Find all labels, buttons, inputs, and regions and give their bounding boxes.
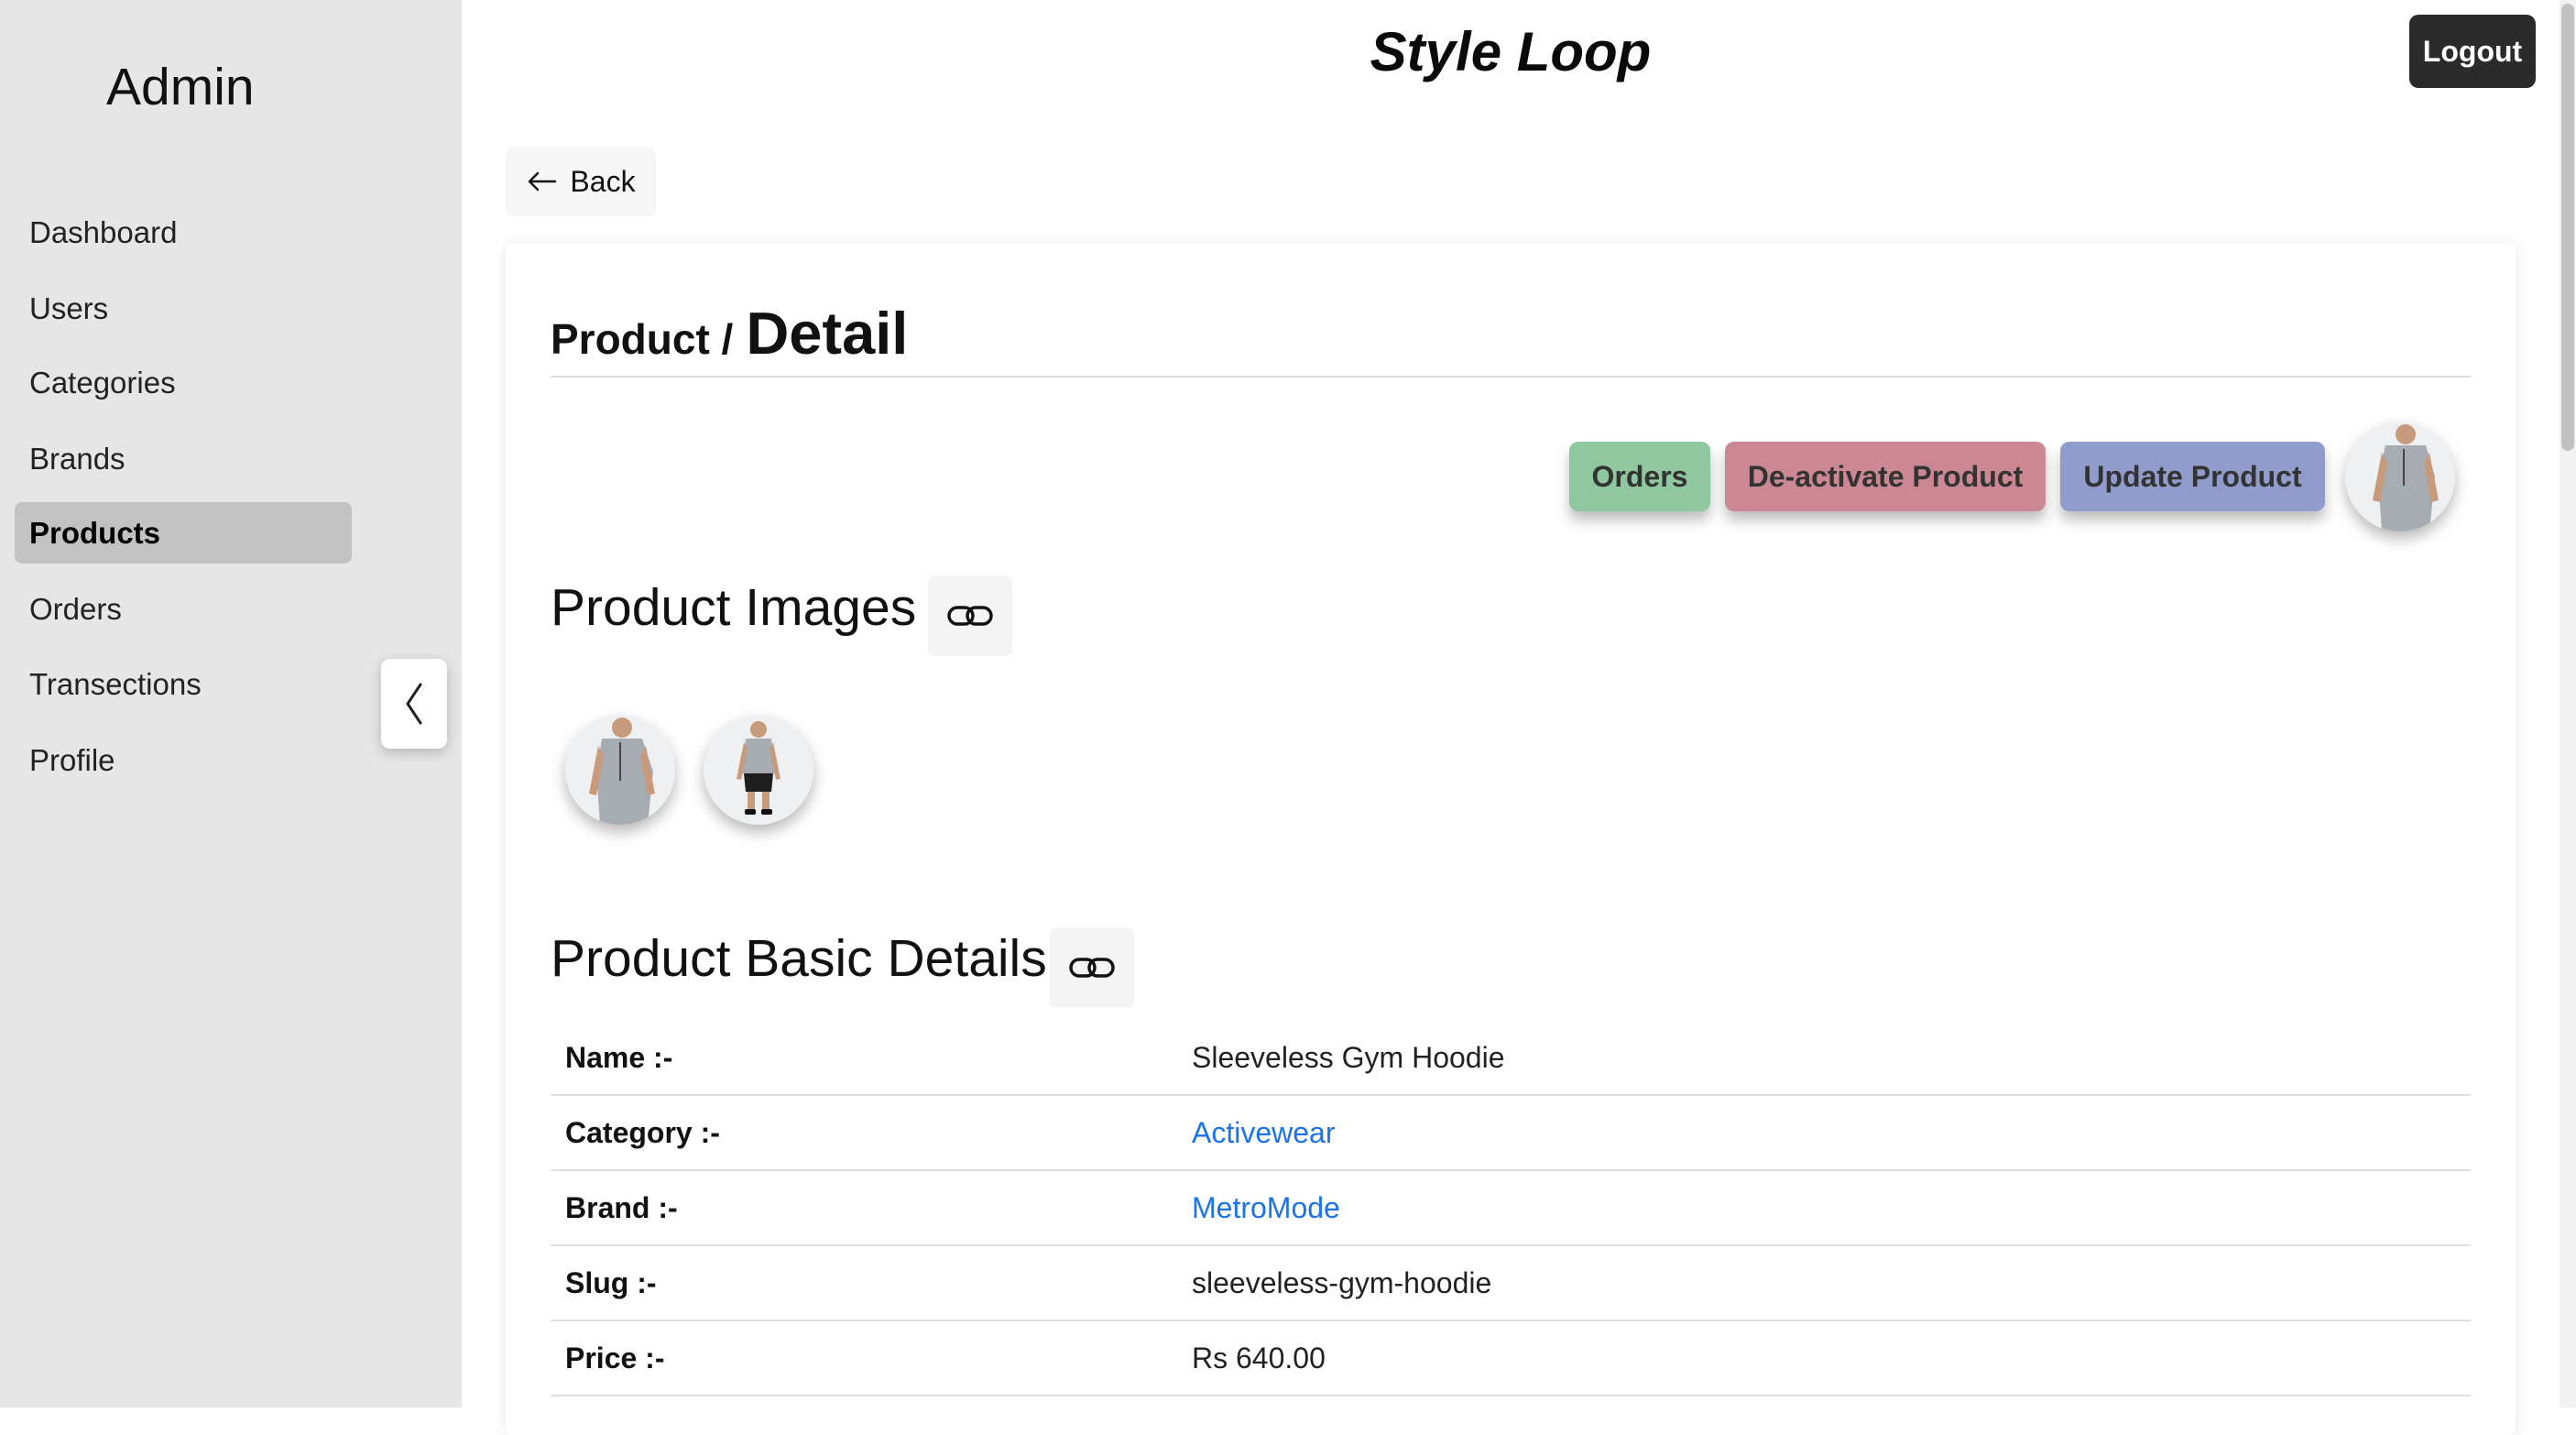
breadcrumb: Product / Detail — [551, 299, 908, 367]
product-avatar[interactable] — [2345, 422, 2455, 531]
sidebar-item-categories[interactable]: Categories — [15, 352, 352, 413]
sidebar-item-users[interactable]: Users — [15, 278, 352, 339]
scrollbar-thumb[interactable] — [2561, 4, 2574, 451]
breadcrumb-parent: Product / — [551, 315, 734, 363]
product-images-title: Product Images — [551, 578, 917, 637]
back-label: Back — [570, 164, 636, 198]
app-title: Style Loop — [1370, 21, 1652, 82]
sidebar-item-profile[interactable]: Profile — [15, 729, 352, 791]
sidebar-item-products[interactable]: Products — [15, 502, 352, 564]
update-product-button[interactable]: Update Product — [2060, 442, 2325, 511]
brand-link[interactable]: MetroMode — [1192, 1191, 1340, 1225]
detail-value: sleeveless-gym-hoodie — [1192, 1265, 1492, 1299]
detail-label: Slug :- — [565, 1265, 657, 1299]
product-image-thumb[interactable] — [704, 715, 813, 825]
table-row: Category :- Activewear — [551, 1096, 2471, 1171]
link-icon — [1069, 958, 1115, 978]
sidebar-collapse-button[interactable] — [381, 659, 447, 749]
hoodie-image — [565, 715, 675, 825]
detail-value: Rs 640.00 — [1192, 1341, 1326, 1375]
sidebar-title: Admin — [106, 58, 255, 116]
detail-value: Sleeveless Gym Hoodie — [1192, 1040, 1505, 1074]
back-button[interactable]: Back — [506, 147, 656, 216]
table-row: Slug :- sleeveless-gym-hoodie — [551, 1246, 2471, 1321]
table-row: Brand :- MetroMode — [551, 1171, 2471, 1246]
product-images-link-button[interactable] — [928, 575, 1012, 656]
table-row: Price :- Rs 640.00 — [551, 1321, 2471, 1397]
detail-label: Price :- — [565, 1341, 665, 1375]
basic-details-link-button[interactable] — [1050, 927, 1134, 1008]
arrow-left-icon — [529, 171, 557, 192]
link-icon — [947, 606, 993, 626]
model-image — [704, 715, 813, 825]
sidebar-item-dashboard[interactable]: Dashboard — [15, 202, 352, 263]
hoodie-image — [2345, 422, 2455, 531]
orders-button[interactable]: Orders — [1569, 442, 1710, 511]
category-link[interactable]: Activewear — [1192, 1116, 1336, 1150]
product-image-thumb[interactable] — [565, 715, 675, 825]
detail-label: Category :- — [565, 1115, 720, 1149]
product-basic-details-title: Product Basic Details — [551, 929, 1047, 988]
chevron-left-icon — [406, 683, 422, 725]
detail-label: Name :- — [565, 1040, 673, 1074]
deactivate-product-button[interactable]: De-activate Product — [1725, 442, 2046, 511]
sidebar-item-brands[interactable]: Brands — [15, 428, 352, 489]
table-row: Name :- Sleeveless Gym Hoodie — [551, 1021, 2471, 1096]
detail-label: Brand :- — [565, 1190, 678, 1224]
page-title: Detail — [746, 300, 909, 367]
sidebar-item-transections[interactable]: Transections — [15, 653, 352, 715]
title-divider — [551, 376, 2471, 378]
logout-button[interactable]: Logout — [2409, 15, 2536, 88]
details-table: Name :- Sleeveless Gym Hoodie Category :… — [551, 1021, 2471, 1397]
sidebar-item-orders[interactable]: Orders — [15, 578, 352, 640]
